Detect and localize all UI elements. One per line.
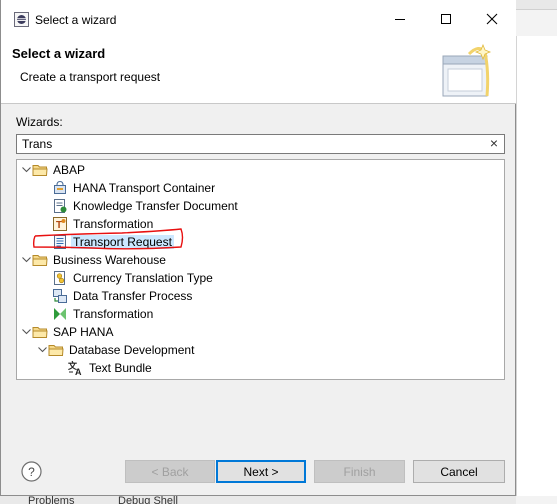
cancel-button[interactable]: Cancel (413, 460, 505, 483)
transformation-icon: T (53, 217, 67, 231)
problems-tab[interactable]: Problems (28, 496, 74, 504)
tree-item-text-bundle[interactable]: 文 A Text Bundle (68, 359, 152, 377)
help-icon[interactable]: ? (21, 461, 42, 482)
tree-item-sap-hana[interactable]: SAP HANA (20, 323, 113, 341)
background-toolbar (516, 0, 557, 10)
wizard-header: Select a wizard Create a transport reque… (1, 38, 516, 104)
next-button[interactable]: Next > (216, 460, 306, 483)
maximize-icon (441, 14, 451, 24)
finish-button[interactable]: Finish (314, 460, 405, 483)
folder-icon (32, 165, 48, 176)
currency-translation-type-icon (54, 271, 65, 285)
chevron-down-icon[interactable] (36, 341, 48, 359)
tree-item-label: Business Warehouse (53, 253, 166, 267)
tree-item-transformation[interactable]: T Transformation (52, 215, 153, 233)
minimize-button[interactable] (377, 0, 423, 38)
tree-item-data-transfer-process[interactable]: Data Transfer Process (52, 287, 192, 305)
wizard-tree[interactable]: ABAP HANA Transport Container Knowledge … (16, 159, 505, 380)
tree-item-database-development[interactable]: Database Development (36, 341, 194, 359)
chevron-down-icon[interactable] (20, 251, 32, 269)
window-title: Select a wizard (35, 13, 117, 27)
tree-item-label: Transport Request (71, 235, 174, 249)
svg-text:?: ? (28, 465, 35, 479)
close-button[interactable] (469, 0, 515, 38)
chevron-down-icon[interactable] (20, 161, 32, 179)
tree-item-abap[interactable]: ABAP (20, 161, 85, 179)
select-wizard-dialog: Select a wizard Select a wizard Create a… (0, 0, 516, 496)
text-bundle-icon: 文 A (68, 360, 82, 376)
bw-transformation-icon (54, 308, 66, 320)
tree-item-label: Data Transfer Process (73, 289, 193, 303)
wizards-label: Wizards: (16, 115, 63, 129)
tree-item-hana-transport-container[interactable]: HANA Transport Container (52, 179, 215, 197)
svg-text:A: A (75, 367, 82, 376)
title-bar: Select a wizard (1, 0, 516, 38)
tree-item-business-warehouse[interactable]: Business Warehouse (20, 251, 166, 269)
svg-text:T: T (56, 220, 62, 231)
background-bottom-tabs: Problems Debug Shell (0, 496, 516, 504)
page-description: Create a transport request (20, 70, 161, 84)
wizard-filter-input[interactable] (16, 134, 505, 154)
tree-item-label: Transformation (73, 307, 154, 321)
chevron-down-icon[interactable] (20, 323, 32, 341)
maximize-button[interactable] (423, 0, 469, 38)
debug-shell-tab[interactable]: Debug Shell (118, 496, 178, 504)
data-transfer-process-icon (53, 289, 67, 303)
tree-item-label: SAP HANA (53, 325, 114, 339)
tree-item-label: Database Development (69, 343, 195, 357)
tree-item-label: Currency Translation Type (73, 271, 213, 285)
eclipse-app-icon (14, 12, 29, 27)
background-editor-panel (516, 36, 557, 496)
clear-filter-icon[interactable]: × (487, 136, 501, 151)
new-wizard-banner-icon (442, 43, 492, 97)
tree-item-label: HANA Transport Container (73, 181, 216, 195)
page-title: Select a wizard (12, 46, 106, 61)
knowledge-transfer-document-icon (54, 199, 67, 213)
folder-icon (48, 345, 64, 356)
tree-item-currency-translation-type[interactable]: Currency Translation Type (52, 269, 213, 287)
tree-item-label: Text Bundle (89, 361, 152, 375)
tree-item-label: Transformation (73, 217, 154, 231)
tree-item-bw-transformation[interactable]: Transformation (52, 305, 153, 323)
back-button[interactable]: < Back (125, 460, 215, 483)
close-icon (486, 13, 498, 25)
folder-icon (32, 327, 48, 338)
tree-item-knowledge-transfer-document[interactable]: Knowledge Transfer Document (52, 197, 238, 215)
tree-item-label: ABAP (53, 163, 86, 177)
hana-transport-container-icon (54, 180, 66, 194)
minimize-icon (395, 19, 405, 20)
folder-icon (32, 255, 48, 266)
transport-request-icon (54, 235, 66, 249)
background-workbench (516, 0, 557, 504)
tree-item-label: Knowledge Transfer Document (73, 199, 238, 213)
tree-item-transport-request[interactable]: Transport Request (52, 233, 174, 251)
